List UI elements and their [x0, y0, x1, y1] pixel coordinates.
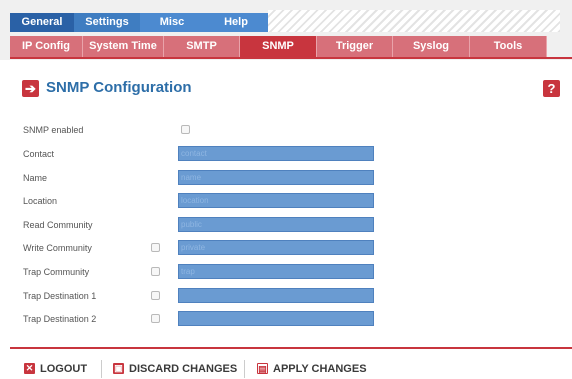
trap-community-checkbox[interactable] — [151, 267, 160, 276]
close-icon[interactable]: ✕ — [24, 363, 35, 374]
trap-destination-1-label: Trap Destination 1 — [23, 291, 97, 301]
subtab-trigger[interactable]: Trigger — [317, 36, 393, 57]
divider — [10, 347, 572, 349]
tab-settings[interactable]: Settings — [74, 13, 140, 32]
arrow-right-icon: ➔ — [22, 80, 39, 97]
tab-help[interactable]: Help — [204, 13, 268, 32]
apply-changes-button[interactable]: APPLY CHANGES — [273, 362, 367, 376]
trap-destination-2-label: Trap Destination 2 — [23, 314, 97, 324]
trap-destination-2-checkbox[interactable] — [151, 314, 160, 323]
subtab-system-time[interactable]: System Time — [83, 36, 164, 57]
name-input[interactable]: name — [178, 170, 374, 185]
header-hatch — [268, 10, 560, 32]
page-title: SNMP Configuration — [46, 79, 192, 96]
contact-label: Contact — [23, 149, 55, 159]
trap-destination-1-input[interactable] — [178, 288, 374, 303]
action-separator — [101, 360, 102, 378]
read-community-label: Read Community — [23, 220, 93, 230]
write-community-checkbox[interactable] — [151, 243, 160, 252]
tab-general[interactable]: General — [10, 13, 74, 32]
discard-changes-button[interactable]: DISCARD CHANGES — [129, 362, 237, 376]
subtab-tools[interactable]: Tools — [470, 36, 547, 57]
trap-destination-2-input[interactable] — [178, 311, 374, 326]
trap-destination-1-checkbox[interactable] — [151, 291, 160, 300]
logout-button[interactable]: LOGOUT — [40, 362, 87, 376]
name-label: Name — [23, 173, 48, 183]
contact-input[interactable]: contact — [178, 146, 374, 161]
trap-community-input[interactable]: trap — [178, 264, 374, 279]
subtab-smtp[interactable]: SMTP — [164, 36, 240, 57]
subtab-snmp[interactable]: SNMP — [240, 36, 317, 57]
write-community-input[interactable]: private — [178, 240, 374, 255]
read-community-input[interactable]: public — [178, 217, 374, 232]
action-separator — [244, 360, 245, 378]
discard-icon[interactable]: ▣ — [113, 363, 124, 374]
subtab-syslog[interactable]: Syslog — [393, 36, 470, 57]
trap-community-label: Trap Community — [23, 267, 90, 277]
location-input[interactable]: location — [178, 193, 374, 208]
location-label: Location — [23, 196, 58, 206]
subtab-ip-config[interactable]: IP Config — [10, 36, 83, 57]
tab-misc[interactable]: Misc — [140, 13, 204, 32]
write-community-label: Write Community — [23, 243, 92, 253]
divider — [10, 57, 572, 59]
save-icon[interactable]: ▤ — [257, 363, 268, 374]
question-mark-icon[interactable]: ? — [543, 80, 560, 97]
snmp-enabled-label: SNMP enabled — [23, 125, 84, 135]
snmp-enabled-checkbox[interactable] — [181, 125, 190, 134]
